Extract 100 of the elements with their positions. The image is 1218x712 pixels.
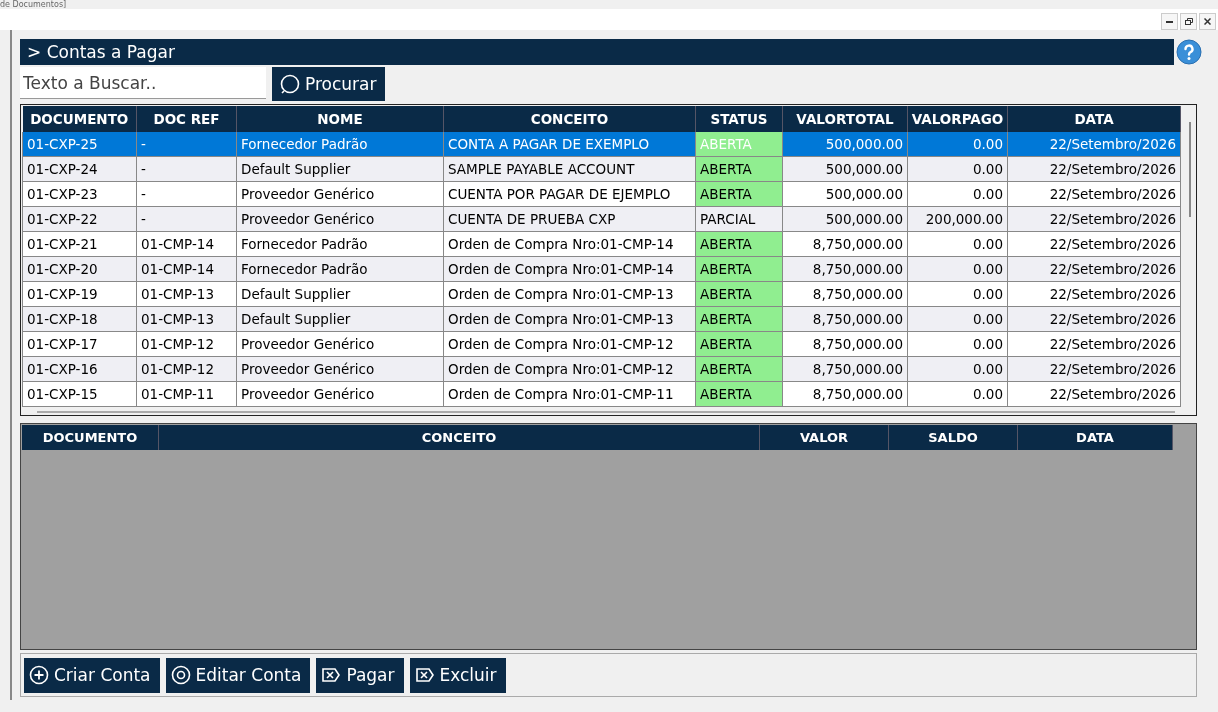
status-cell: ABERTA <box>695 306 783 332</box>
table-cell: 0.00 <box>907 356 1008 382</box>
table-row[interactable]: 01-CXP-23 - Proveedor Genérico CUENTA POR PAGAR DE EJEMPLO ABERTA 500,000.00 0.00 22/Setembro/2026 <box>22 181 1181 207</box>
table-cell: 8,750,000.00 <box>782 256 908 282</box>
column-header[interactable]: CONCEITO <box>443 106 696 132</box>
status-cell: ABERTA <box>695 256 783 282</box>
table-cell: Default Supplier <box>236 156 444 182</box>
x-tag-icon <box>321 665 342 685</box>
column-header[interactable]: NOME <box>236 106 444 132</box>
status-cell: ABERTA <box>695 381 783 407</box>
table-cell: 01-CMP-12 <box>136 331 237 357</box>
column-header[interactable]: DOCUMENTO <box>22 425 159 450</box>
action-button[interactable]: Pagar <box>316 657 404 693</box>
table-cell: 01-CXP-18 <box>22 306 137 332</box>
close-icon <box>1204 18 1211 25</box>
table-cell: Default Supplier <box>236 306 444 332</box>
table-cell: Orden de Compra Nro:01-CMP-11 <box>443 381 696 407</box>
table-cell: Orden de Compra Nro:01-CMP-13 <box>443 306 696 332</box>
table-cell: 01-CMP-13 <box>136 281 237 307</box>
column-header[interactable]: SALDO <box>889 425 1018 450</box>
table-row[interactable]: 01-CXP-25 - Fornecedor Padrão CONTA A PAGAR DE EXEMPLO ABERTA 500,000.00 0.00 22/Setembro/2026 <box>22 132 1181 157</box>
table-cell: - <box>136 181 237 207</box>
table-cell: 01-CMP-14 <box>136 231 237 257</box>
help-icon[interactable] <box>1176 39 1202 65</box>
table-cell: 01-CMP-12 <box>136 356 237 382</box>
search-field[interactable]: Texto a Buscar.. <box>20 67 266 99</box>
table-cell: Orden de Compra Nro:01-CMP-12 <box>443 356 696 382</box>
table-cell: Orden de Compra Nro:01-CMP-12 <box>443 331 696 357</box>
search-button[interactable]: Procurar <box>272 67 385 101</box>
table-cell: 0.00 <box>907 256 1008 282</box>
minimize-icon <box>1166 20 1173 23</box>
table-cell: 8,750,000.00 <box>782 381 908 407</box>
column-header[interactable]: CONCEITO <box>159 425 760 450</box>
column-header[interactable]: VALORTOTAL <box>782 106 908 132</box>
table-cell: - <box>136 132 237 157</box>
table-cell: 8,750,000.00 <box>782 356 908 382</box>
column-header[interactable]: DATA <box>1007 106 1181 132</box>
action-button[interactable]: Excluir <box>409 657 506 693</box>
table-cell: 22/Setembro/2026 <box>1007 331 1181 357</box>
ring-icon <box>170 665 191 685</box>
table-cell: 01-CXP-25 <box>22 132 137 157</box>
table-cell: 0.00 <box>907 331 1008 357</box>
column-header[interactable]: STATUS <box>695 106 783 132</box>
table-cell: 8,750,000.00 <box>782 331 908 357</box>
column-header[interactable]: DATA <box>1018 425 1173 450</box>
table-cell: 500,000.00 <box>782 156 908 182</box>
table-cell: - <box>136 156 237 182</box>
action-button[interactable]: Criar Conta <box>24 657 160 693</box>
table-cell: 8,750,000.00 <box>782 306 908 332</box>
table-cell: 01-CXP-19 <box>22 281 137 307</box>
table-cell: - <box>136 206 237 232</box>
table-cell: 01-CXP-22 <box>22 206 137 232</box>
table-row[interactable]: 01-CXP-20 01-CMP-14 Fornecedor Padrão Orden de Compra Nro:01-CMP-14 ABERTA 8,750,000.00 0.00 22/Setembro/2026 <box>22 256 1181 282</box>
status-cell: PARCIAL <box>695 206 783 232</box>
table-cell: Orden de Compra Nro:01-CMP-14 <box>443 231 696 257</box>
table-cell: 01-CMP-13 <box>136 306 237 332</box>
status-cell: ABERTA <box>695 281 783 307</box>
table-row[interactable]: 01-CXP-22 - Proveedor Genérico CUENTA DE PRUEBA CXP PARCIAL 500,000.00 200,000.00 22/Setembro/2026 <box>22 206 1181 232</box>
action-button[interactable]: Editar Conta <box>165 657 311 693</box>
table-cell: Fornecedor Padrão <box>236 256 444 282</box>
table-row[interactable]: 01-CXP-17 01-CMP-12 Proveedor Genérico Orden de Compra Nro:01-CMP-12 ABERTA 8,750,000.00 0.00 22/Setembro/2026 <box>22 331 1181 357</box>
table-cell: 22/Setembro/2026 <box>1007 381 1181 407</box>
horizontal-scrollbar[interactable] <box>37 411 1175 413</box>
table-cell: 0.00 <box>907 181 1008 207</box>
table-cell: CUENTA POR PAGAR DE EJEMPLO <box>443 181 696 207</box>
table-cell: 22/Setembro/2026 <box>1007 256 1181 282</box>
table-row[interactable]: 01-CXP-16 01-CMP-12 Proveedor Genérico Orden de Compra Nro:01-CMP-12 ABERTA 8,750,000.00 0.00 22/Setembro/2026 <box>22 356 1181 382</box>
table-cell: 500,000.00 <box>782 206 908 232</box>
table-cell: Proveedor Genérico <box>236 381 444 407</box>
search-icon <box>280 74 300 94</box>
close-button[interactable] <box>1199 13 1216 30</box>
status-cell: ABERTA <box>695 156 783 182</box>
table-cell: CUENTA DE PRUEBA CXP <box>443 206 696 232</box>
column-header[interactable]: VALOR <box>760 425 889 450</box>
table-cell: 22/Setembro/2026 <box>1007 206 1181 232</box>
minimize-button[interactable] <box>1161 13 1178 30</box>
table-cell: 01-CXP-16 <box>22 356 137 382</box>
table-cell: Orden de Compra Nro:01-CMP-14 <box>443 256 696 282</box>
table-cell: 0.00 <box>907 156 1008 182</box>
table-row[interactable]: 01-CXP-24 - Default Supplier SAMPLE PAYABLE ACCOUNT ABERTA 500,000.00 0.00 22/Setembro/2026 <box>22 156 1181 182</box>
table-row[interactable]: 01-CXP-21 01-CMP-14 Fornecedor Padrão Orden de Compra Nro:01-CMP-14 ABERTA 8,750,000.00 0.00 22/Setembro/2026 <box>22 231 1181 257</box>
plus-circle-icon <box>29 665 49 685</box>
table-row[interactable]: 01-CXP-19 01-CMP-13 Default Supplier Orden de Compra Nro:01-CMP-13 ABERTA 8,750,000.00 0.00 22/Setembro/2026 <box>22 281 1181 307</box>
column-header[interactable]: DOC REF <box>136 106 237 132</box>
restore-button[interactable] <box>1180 13 1197 30</box>
table-row[interactable]: 01-CXP-15 01-CMP-11 Proveedor Genérico Orden de Compra Nro:01-CMP-11 ABERTA 8,750,000.00 0.00 22/Setembro/2026 <box>22 381 1181 407</box>
table-cell: 01-CXP-15 <box>22 381 137 407</box>
table-cell: 01-CXP-23 <box>22 181 137 207</box>
table-cell: 01-CXP-24 <box>22 156 137 182</box>
table-cell: 22/Setembro/2026 <box>1007 306 1181 332</box>
table-cell: 0.00 <box>907 281 1008 307</box>
table-cell: 500,000.00 <box>782 132 908 157</box>
column-header[interactable]: DOCUMENTO <box>22 106 137 132</box>
table-cell: 8,750,000.00 <box>782 231 908 257</box>
column-header[interactable]: VALORPAGO <box>907 106 1008 132</box>
table-cell: 22/Setembro/2026 <box>1007 156 1181 182</box>
restore-icon <box>1184 18 1193 25</box>
status-cell: ABERTA <box>695 356 783 382</box>
table-cell: 22/Setembro/2026 <box>1007 356 1181 382</box>
table-row[interactable]: 01-CXP-18 01-CMP-13 Default Supplier Orden de Compra Nro:01-CMP-13 ABERTA 8,750,000.00 0.00 22/Setembro/2026 <box>22 306 1181 332</box>
